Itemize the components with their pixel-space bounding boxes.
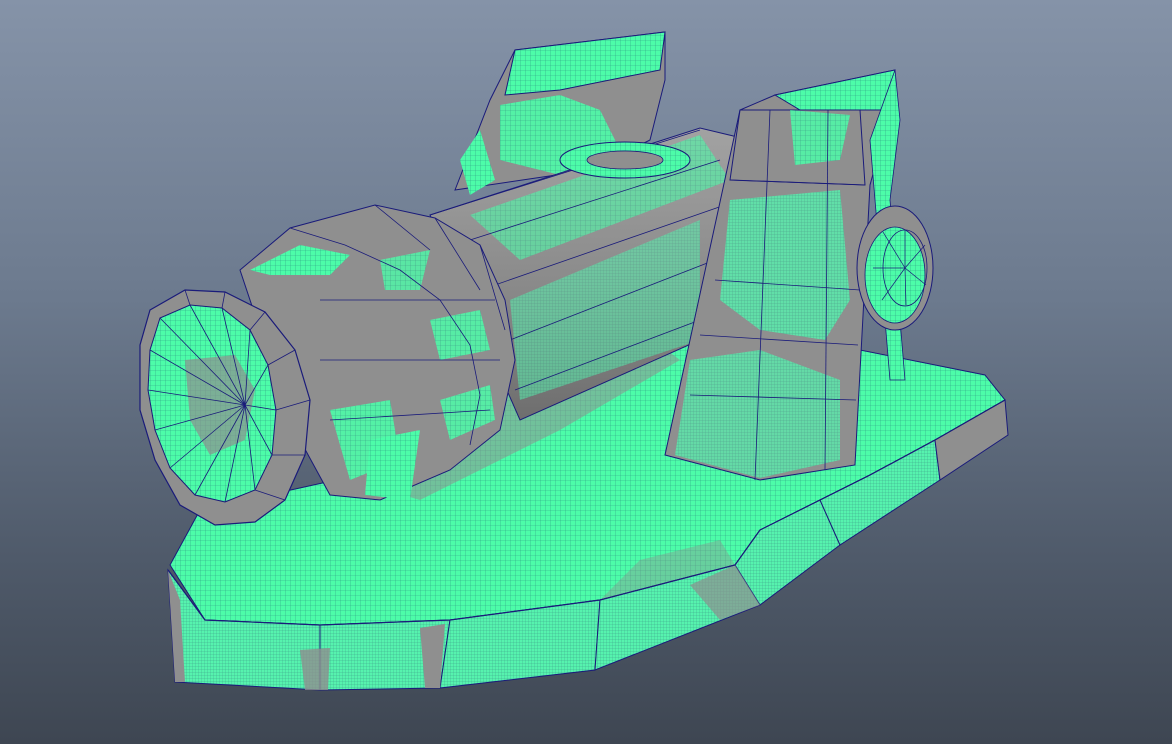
cannon-model[interactable] bbox=[0, 0, 1172, 744]
3d-viewport[interactable] bbox=[0, 0, 1172, 744]
trunnion-wheel[interactable] bbox=[856, 205, 934, 331]
